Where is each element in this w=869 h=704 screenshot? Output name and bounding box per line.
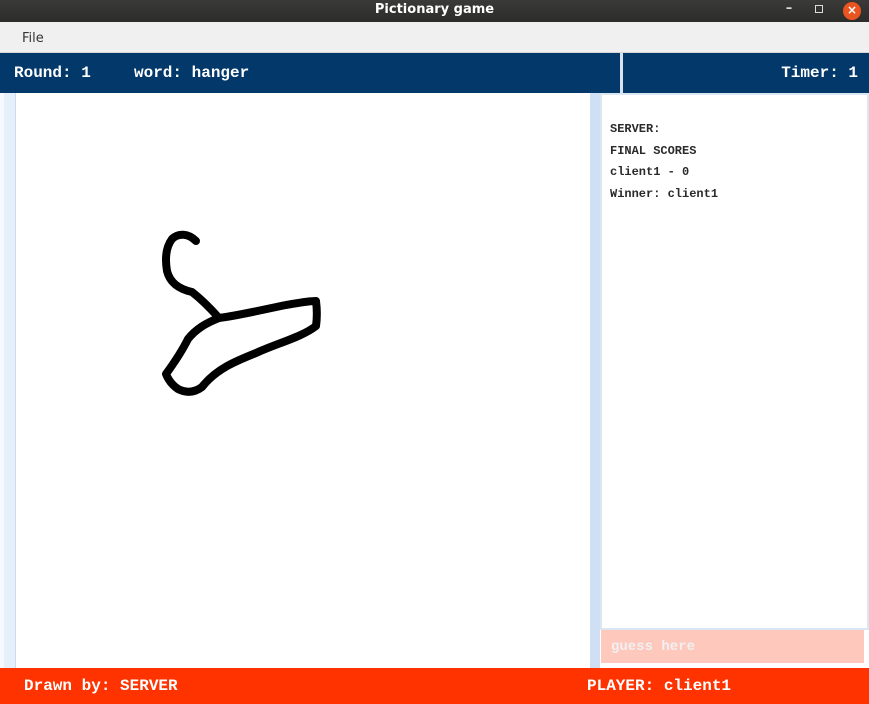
guess-input[interactable] (601, 630, 864, 663)
window-titlebar: Pictionary game – × (0, 0, 869, 22)
chat-line: SERVER: (610, 122, 661, 136)
header-divider (620, 53, 623, 93)
canvas-left-border (0, 93, 16, 668)
menu-file[interactable]: File (22, 31, 44, 46)
drawing-canvas[interactable] (16, 93, 590, 668)
game-header: Round: 1 word: hanger Timer: 1 (0, 53, 869, 93)
hanger-drawing (162, 230, 321, 396)
window-title: Pictionary game (374, 2, 495, 17)
timer-label: Timer: 1 (781, 64, 858, 82)
round-label: Round: 1 (14, 64, 91, 82)
drawn-by-label: Drawn by: SERVER (24, 677, 178, 695)
canvas-right-border (590, 93, 600, 668)
menu-bar: File (0, 22, 869, 53)
hanger-hook-stroke (162, 230, 223, 322)
chat-line: Winner: client1 (610, 186, 719, 201)
close-icon[interactable]: × (843, 2, 861, 20)
word-label: word: hanger (134, 64, 250, 82)
maximize-icon[interactable] (811, 0, 827, 20)
minimize-icon[interactable]: – (781, 0, 797, 20)
chat-log: SERVER: FINAL SCORES client1 - 0 Winner:… (610, 119, 718, 205)
chat-panel: SERVER: FINAL SCORES client1 - 0 Winner:… (600, 93, 869, 630)
game-footer: Drawn by: SERVER PLAYER: client1 (0, 668, 869, 704)
chat-line: client1 - 0 (610, 165, 690, 179)
chat-line: FINAL SCORES (610, 143, 697, 158)
hanger-body-stroke (162, 297, 321, 396)
player-label: PLAYER: client1 (587, 677, 732, 695)
drawing-area (0, 93, 600, 668)
